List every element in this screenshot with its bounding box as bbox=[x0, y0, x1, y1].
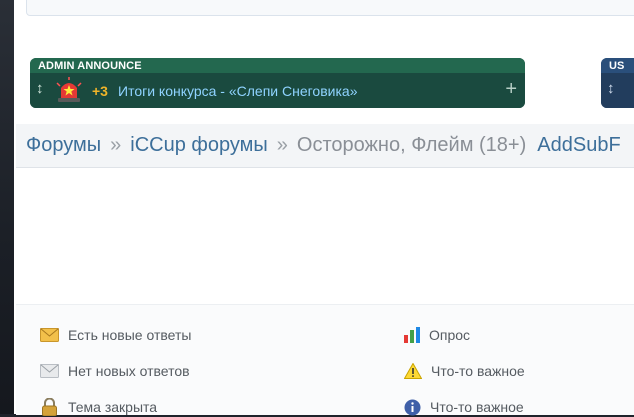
top-panel-edge bbox=[26, 0, 634, 16]
legend-label: Есть новые ответы bbox=[68, 327, 192, 343]
user-announce-body: ↕ bbox=[601, 73, 634, 108]
announce-link[interactable]: Итоги конкурса - «Слепи Снеговика» bbox=[118, 83, 357, 99]
announce-body: ↕ +3 Итоги конкурса - «Слепи Снеговика» … bbox=[30, 73, 525, 108]
announce-header: ADMIN ANNOUNCE bbox=[30, 58, 525, 73]
user-announce-block: US ↕ bbox=[601, 58, 634, 108]
breadcrumb-current-forum: Осторожно, Флейм (18+) bbox=[296, 134, 527, 156]
legend-item: Тема закрыта bbox=[40, 397, 157, 417]
legend-item: Нет новых ответов bbox=[40, 361, 190, 381]
legend-label: Опрос bbox=[429, 327, 471, 343]
legend-label: Тема закрыта bbox=[68, 399, 158, 415]
sort-arrows-icon[interactable]: ↕ bbox=[36, 80, 44, 98]
expand-plus-icon[interactable]: + bbox=[505, 78, 517, 100]
legend-label: Что-то важное bbox=[431, 363, 525, 379]
legend-label: Нет новых ответов bbox=[68, 363, 190, 379]
envelope-new-icon bbox=[40, 328, 59, 342]
sort-arrows-icon[interactable]: ↕ bbox=[607, 80, 615, 97]
add-subforum-link[interactable]: AddSubF bbox=[537, 134, 620, 156]
icon-legend: Есть новые ответы Нет новых ответов Тема… bbox=[16, 304, 634, 417]
legend-item: Опрос bbox=[404, 325, 470, 345]
admin-announce-block: ADMIN ANNOUNCE ↕ +3 Итоги конкурса - «Сл… bbox=[30, 58, 525, 108]
envelope-read-icon bbox=[40, 364, 59, 378]
breadcrumb-forums[interactable]: Форумы bbox=[26, 134, 101, 156]
siren-icon bbox=[56, 77, 82, 102]
user-announce-header: US bbox=[601, 58, 634, 73]
breadcrumb: Форумы » iCCup форумы » Осторожно, Флейм (18… bbox=[16, 124, 634, 168]
warning-icon bbox=[404, 363, 422, 379]
page-edge-background bbox=[0, 0, 14, 414]
poll-icon bbox=[404, 327, 420, 343]
info-icon bbox=[404, 399, 421, 415]
breadcrumb-iccup-forums[interactable]: iCCup форумы bbox=[130, 134, 268, 156]
legend-item: Что-то важное bbox=[404, 361, 525, 381]
legend-item: Что-то важное bbox=[404, 397, 524, 417]
breadcrumb-separator: » bbox=[276, 134, 288, 156]
legend-label: Что-то важное bbox=[430, 399, 524, 415]
legend-item: Есть новые ответы bbox=[40, 325, 191, 345]
announce-count: +3 bbox=[92, 83, 108, 99]
lock-icon bbox=[42, 398, 57, 416]
breadcrumb-separator: » bbox=[110, 134, 122, 156]
